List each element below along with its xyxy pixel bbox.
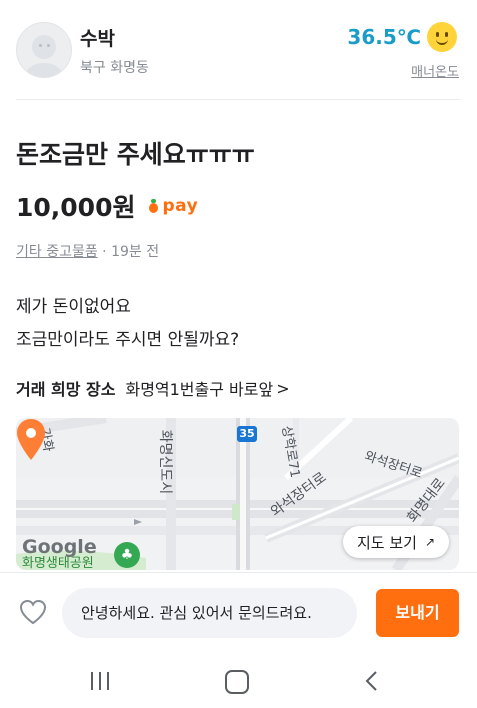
manner-temperature[interactable]: 36.5℃ [347,22,457,52]
avatar[interactable] [16,22,72,78]
carrot-icon [147,199,159,213]
route-35-badge: 35 [237,426,257,442]
view-map-button[interactable]: 지도 보기 ↗ [342,526,449,558]
seller-profile[interactable]: 수박 북구 화명동 36.5℃ 매너온도 [16,20,461,80]
temperature-value: 36.5℃ [347,25,421,49]
home-icon[interactable] [225,670,249,694]
park-tree-icon: ♣ [114,542,140,568]
price-row: 10,000원 pay [16,188,198,224]
karrot-pay-badge: pay [147,196,198,216]
back-icon[interactable] [362,670,380,692]
pay-label: pay [162,196,199,216]
article-price: 10,000원 [16,193,136,222]
map-label: 화명신도시 [157,429,174,495]
category-link[interactable]: 기타 중고물품 [16,244,98,260]
trade-place-value[interactable]: 화명역1번출구 바로앞 [125,376,273,400]
location-pin-icon [17,419,45,460]
description-line: 제가 돈이없어요 [16,297,131,317]
chat-bar: 안녕하세요. 관심 있어서 문의드려요. 보내기 [0,572,477,653]
chevron-right-icon: > [276,378,290,398]
seller-location: 북구 화명동 [80,60,149,76]
article-title: 돈조금만 주세요ㅠㅠㅠ [16,140,255,169]
article-detail-page: 수박 북구 화명동 36.5℃ 매너온도 돈조금만 주세요ㅠㅠㅠ 10,000원… [0,0,477,708]
description-line: 조금만이라도 주시면 안될까요? [16,330,240,350]
send-button[interactable]: 보내기 [376,589,459,637]
view-map-label: 지도 보기 [356,533,417,552]
smiley-face-icon [427,22,457,52]
heart-icon[interactable] [19,599,47,625]
posted-time: · 19분 전 [97,244,160,260]
recent-apps-icon[interactable] [89,672,111,690]
avatar-face-icon [32,35,56,59]
trade-place-label: 거래 희망 장소 [16,380,116,399]
message-input[interactable]: 안녕하세요. 관심 있어서 문의드려요. [62,588,357,638]
manner-temperature-link[interactable]: 매너온도 [411,61,459,80]
divider [16,99,461,100]
seller-name[interactable]: 수박 [80,24,115,51]
article-meta: 기타 중고물품 · 19분 전 [16,241,159,261]
trade-place-map[interactable]: 35 도 가화 화명신도시 상학로71 와석장터로 와석장터로 화명대로 화명생… [16,418,459,570]
system-nav-bar [0,652,477,708]
expand-icon: ↗ [424,535,435,549]
article-description: 제가 돈이없어요 조금만이라도 주시면 안될까요? [16,291,239,357]
trade-place-row[interactable]: 거래 희망 장소 화명역1번출구 바로앞 > [16,376,290,400]
google-logo: Google [22,536,97,558]
